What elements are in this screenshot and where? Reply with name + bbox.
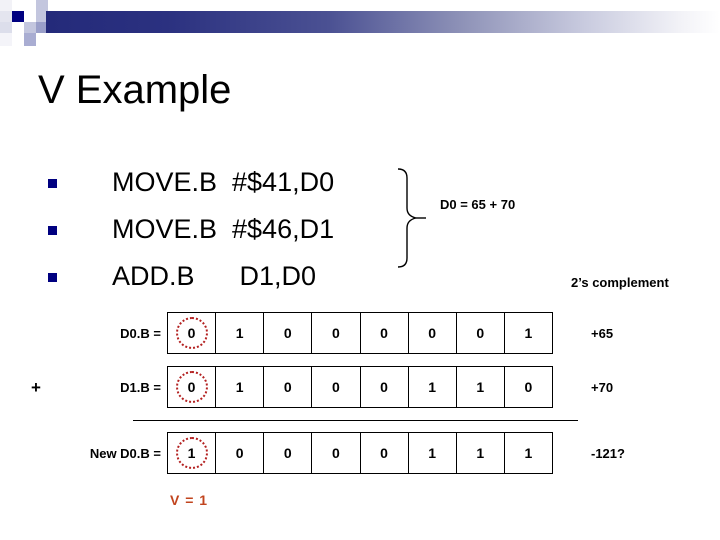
bit-value: 0 <box>332 325 340 341</box>
bit-cell: 0 <box>311 312 361 354</box>
bit-cell: 1 <box>215 312 265 354</box>
bit-cell: 1 <box>503 432 553 474</box>
row-label-wrap: D0.B = <box>0 312 161 354</box>
row-note: +65 <box>591 325 614 341</box>
bit-value: 0 <box>332 445 340 461</box>
bit-value: 0 <box>187 325 196 341</box>
bit-value: 1 <box>428 379 437 395</box>
bit-value: 1 <box>524 445 533 461</box>
bit-value: 0 <box>428 325 437 341</box>
bit-cell: 0 <box>503 366 553 408</box>
sum-divider <box>133 420 578 421</box>
bit-value: 0 <box>380 445 388 461</box>
bit-cell: 1 <box>215 366 265 408</box>
bit-table: D0.B = 0 1 0 0 0 0 0 1 +65 + D1.B = 0 1 … <box>0 0 720 540</box>
bit-value: 1 <box>476 445 485 461</box>
bit-value: 1 <box>476 379 485 395</box>
bit-cell: 0 <box>263 312 313 354</box>
bit-value: 0 <box>380 379 388 395</box>
bit-value: 0 <box>524 379 533 395</box>
row-label-wrap: D1.B = <box>0 366 161 408</box>
bit-cell: 0 <box>407 312 457 354</box>
row-note: -121? <box>591 445 625 461</box>
table-row: 0 1 0 0 0 1 1 0 <box>167 366 553 408</box>
bit-cell: 0 <box>311 432 361 474</box>
bit-cell: 0 <box>359 312 409 354</box>
bit-cell: 0 <box>311 366 361 408</box>
bit-cell: 0 <box>263 366 313 408</box>
table-row: 0 1 0 0 0 0 0 1 <box>167 312 553 354</box>
row-note: +70 <box>591 379 614 395</box>
bit-value: 1 <box>524 325 533 341</box>
bit-value: 0 <box>476 325 485 341</box>
row-label: D0.B = <box>120 325 161 341</box>
bit-cell-msb: 0 <box>167 312 217 354</box>
overflow-flag-value: V = 1 <box>170 492 209 508</box>
bit-value: 0 <box>283 379 292 395</box>
bit-cell: 1 <box>407 366 457 408</box>
bit-value: 1 <box>235 325 244 341</box>
bit-cell: 1 <box>455 432 505 474</box>
bit-cell: 0 <box>455 312 505 354</box>
bit-cell: 0 <box>359 366 409 408</box>
bit-cell: 0 <box>359 432 409 474</box>
bit-cell-msb: 0 <box>167 366 217 408</box>
bit-cell: 1 <box>503 312 553 354</box>
bit-value: 0 <box>283 445 292 461</box>
bit-cell: 1 <box>455 366 505 408</box>
row-label-wrap: New D0.B = <box>0 432 161 474</box>
table-row: 1 0 0 0 0 1 1 1 <box>167 432 553 474</box>
row-label: D1.B = <box>120 379 161 395</box>
bit-value: 0 <box>235 445 244 461</box>
bit-value: 1 <box>235 379 244 395</box>
bit-value: 0 <box>187 379 196 395</box>
row-label: New D0.B = <box>89 445 161 461</box>
bit-cell: 1 <box>407 432 457 474</box>
bit-value: 0 <box>380 325 388 341</box>
bit-value: 0 <box>283 325 292 341</box>
bit-value: 1 <box>428 445 437 461</box>
bit-value: 1 <box>187 445 196 461</box>
bit-cell: 0 <box>263 432 313 474</box>
bit-cell-msb: 1 <box>167 432 217 474</box>
bit-value: 0 <box>332 379 340 395</box>
bit-cell: 0 <box>215 432 265 474</box>
